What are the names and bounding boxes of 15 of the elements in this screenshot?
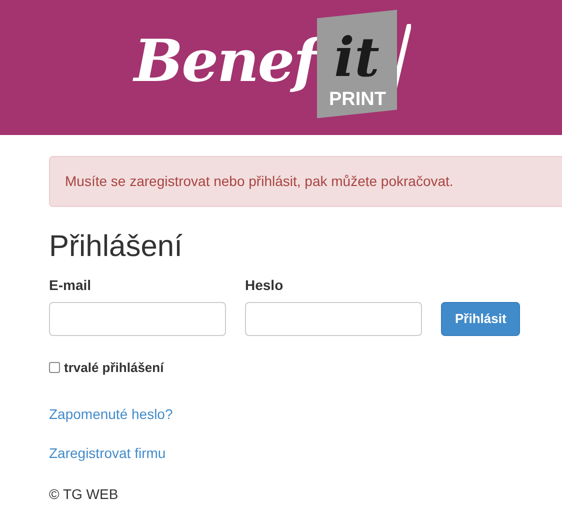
field-label: E-mail	[49, 276, 92, 295]
logo-subtitle: PRINT	[328, 90, 386, 109]
field-label: Heslo	[245, 276, 284, 295]
text-link[interactable]: Zapomenuté heslo?	[49, 404, 173, 422]
login-button[interactable]: Přihlásit	[441, 302, 520, 336]
remember-label: trvalé přihlášení	[64, 359, 164, 377]
logo-highlight: it	[334, 30, 380, 84]
input-field[interactable]	[49, 302, 226, 336]
logo-script: Benef	[134, 32, 317, 90]
alert-message: Musíte se zaregistrovat nebo přihlásit, pak můžete pokračovat.	[65, 172, 454, 191]
text-link[interactable]: Zaregistrovat firmu	[49, 444, 166, 462]
footer-text: © TG WEB	[49, 484, 120, 504]
page-heading: Přihlášení	[49, 229, 184, 265]
input-field[interactable]	[245, 302, 422, 336]
remember-checkbox[interactable]	[49, 362, 60, 374]
